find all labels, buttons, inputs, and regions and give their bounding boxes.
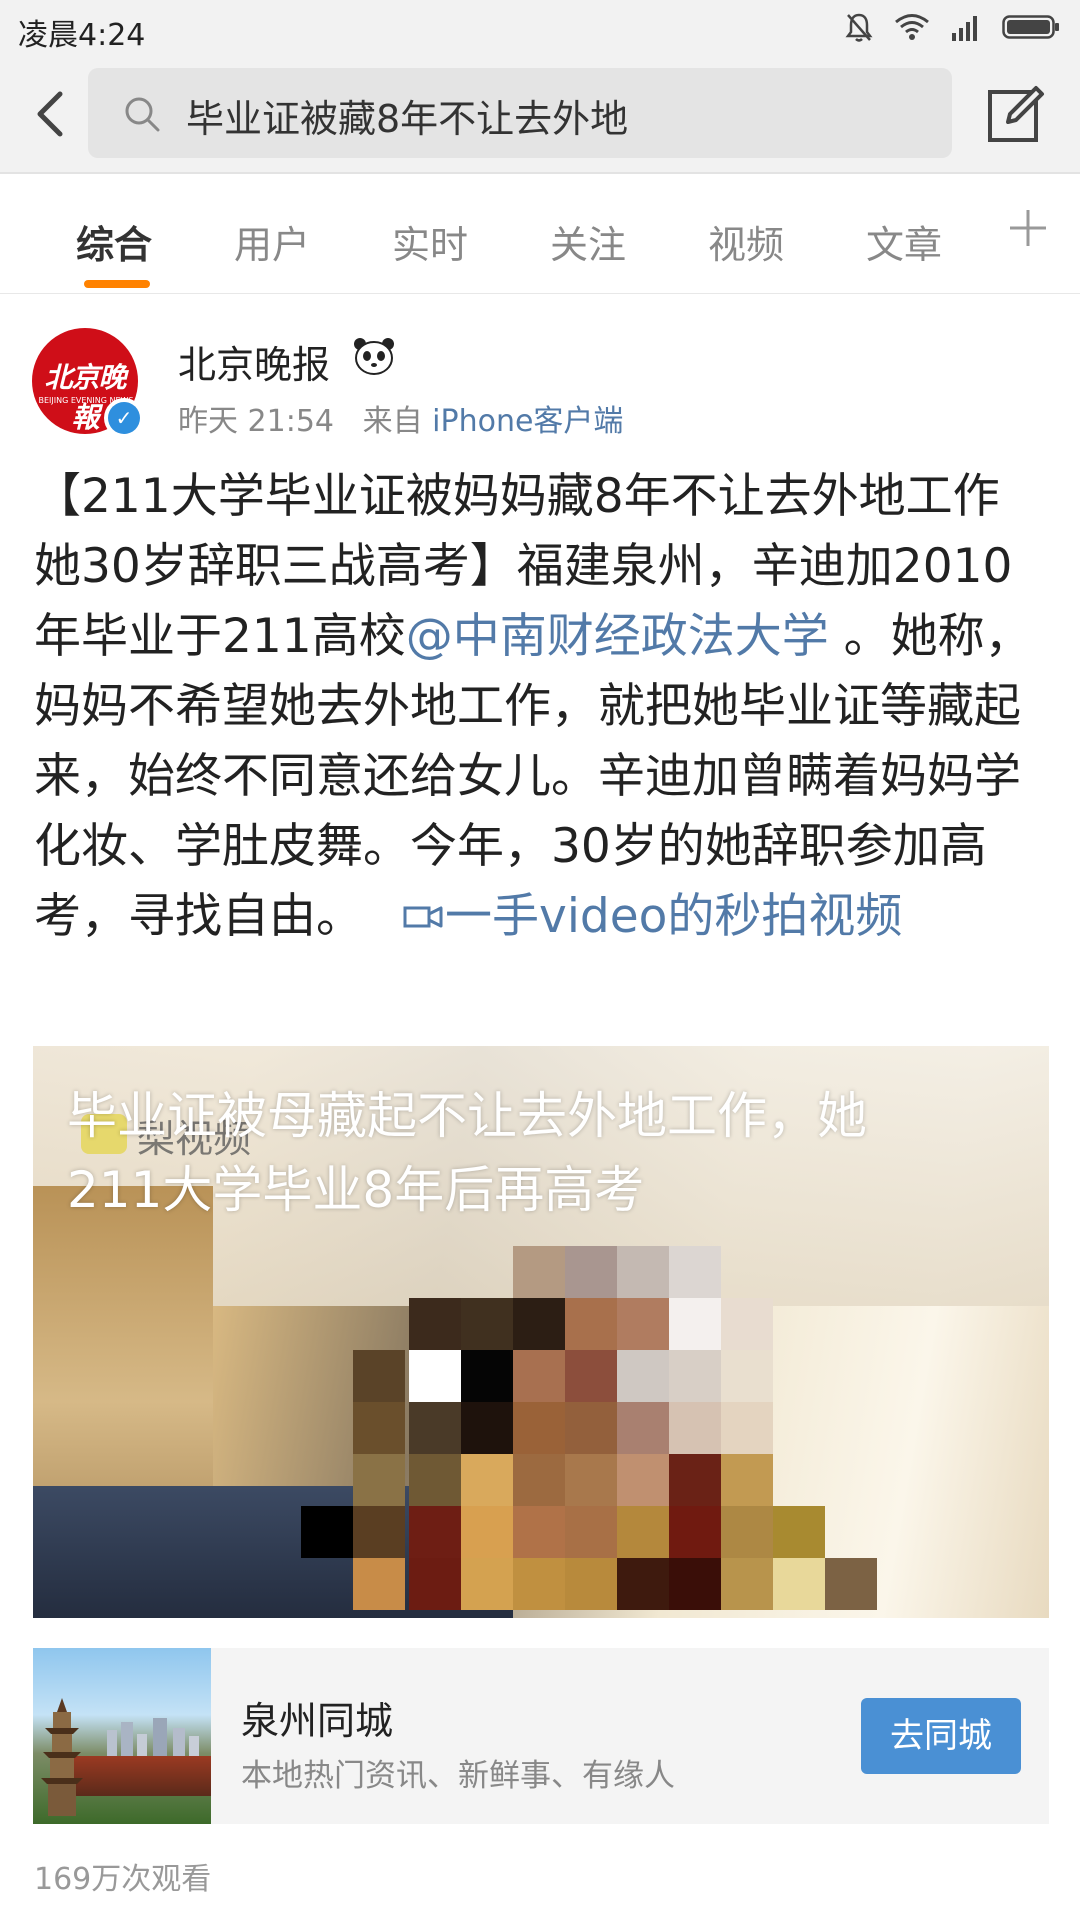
status-bar: 凌晨4:24: [0, 0, 1080, 54]
view-count: 169万次观看: [34, 1862, 212, 1897]
video-player[interactable]: 梨视频 毕业证被母藏起不让去外地工作，她 211大学毕业8年后再高考: [33, 1046, 1049, 1618]
tab-video[interactable]: 视频: [708, 214, 784, 269]
search-box[interactable]: 毕业证被藏8年不让去外地: [88, 68, 952, 158]
mention-link[interactable]: @中南财经政法大学: [406, 609, 829, 664]
search-header: 毕业证被藏8年不让去外地: [0, 54, 1080, 174]
plus-icon[interactable]: [1006, 206, 1050, 250]
city-thumbnail: [33, 1648, 211, 1824]
battery-icon: [1002, 15, 1059, 39]
promo-title: 泉州同城: [241, 1699, 394, 1743]
tab-following[interactable]: 关注: [550, 214, 626, 269]
promo-description: 本地热门资讯、新鲜事、有缘人: [241, 1758, 675, 1794]
video-caption-line2: 211大学毕业8年后再高考: [67, 1161, 645, 1219]
video-link[interactable]: 一手video的秒拍视频: [445, 889, 902, 944]
go-city-button[interactable]: 去同城: [861, 1698, 1021, 1774]
video-camera-icon: [403, 906, 443, 927]
wifi-icon: [895, 14, 929, 40]
post-from-prefix: 来自: [362, 404, 423, 439]
tab-realtime[interactable]: 实时: [392, 214, 468, 269]
tab-all[interactable]: 综合: [76, 214, 152, 269]
tab-articles[interactable]: 文章: [866, 214, 942, 269]
promo-card[interactable]: 泉州同城 本地热门资讯、新鲜事、有缘人 去同城: [33, 1648, 1049, 1824]
mute-icon: [845, 13, 873, 42]
temple-roofs: [73, 1756, 211, 1796]
search-tabs: 综合 用户 实时 关注 视频 文章: [0, 176, 1080, 294]
post-source[interactable]: iPhone客户端: [432, 404, 623, 439]
video-caption-line1: 毕业证被母藏起不让去外地工作，她: [67, 1087, 867, 1145]
username[interactable]: 北京晚报: [178, 334, 330, 389]
search-query[interactable]: 毕业证被藏8年不让去外地: [186, 88, 628, 143]
post-meta: 昨天 21:54 来自 iPhone客户端: [178, 396, 623, 440]
pagoda-graphic: [41, 1698, 83, 1816]
panda-icon: [354, 338, 394, 375]
skyline-graphic: [107, 1718, 199, 1758]
back-arrow-icon[interactable]: [20, 82, 84, 146]
signal-icon: [952, 16, 977, 41]
status-time: 凌晨4:24: [18, 18, 146, 53]
status-icons: [844, 10, 1060, 44]
post-time: 昨天 21:54: [178, 404, 334, 439]
post-content: 【211大学毕业证被妈妈藏8年不让去外地工作 她30岁辞职三战高考】福建泉州，辛…: [34, 462, 1054, 952]
verified-badge-icon: ✓: [104, 398, 144, 438]
compose-icon[interactable]: [984, 82, 1048, 146]
search-icon: [125, 97, 160, 132]
tab-users[interactable]: 用户: [234, 214, 310, 269]
active-tab-indicator: [84, 280, 150, 288]
